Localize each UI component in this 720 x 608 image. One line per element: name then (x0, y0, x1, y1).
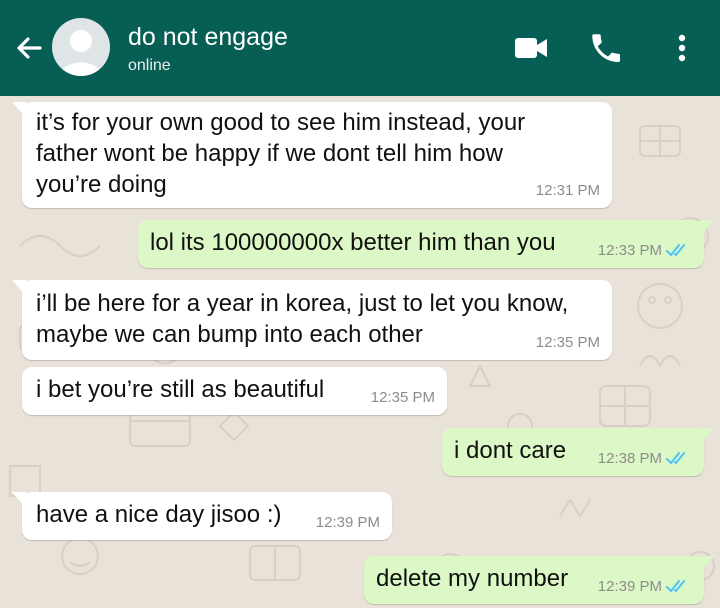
message-text: i dont care (454, 437, 567, 464)
phone-icon (592, 34, 621, 63)
video-call-button[interactable] (509, 26, 553, 70)
message-list: it’s for your own good to see him instea… (0, 96, 720, 608)
more-options-button[interactable] (660, 26, 704, 70)
bubble-tail (700, 556, 714, 572)
incoming-message[interactable]: i’ll be here for a year in korea, just t… (12, 280, 612, 360)
message-time: 12:35 PM (370, 389, 435, 406)
outgoing-message[interactable]: lol its 100000000x better him than you 1… (138, 220, 714, 268)
message-time-status: 12:39 PM (598, 578, 690, 596)
contact-name: do not engage (128, 23, 288, 51)
message-text: you’re doing (36, 171, 167, 198)
video-call-icon (515, 38, 547, 58)
contact-status: online (128, 57, 171, 74)
bubble-tail (12, 280, 26, 296)
bubble-tail (12, 492, 26, 508)
contact-avatar[interactable] (52, 18, 110, 76)
contact-info[interactable]: do not engage online (128, 22, 288, 77)
message-time: 12:33 PM (597, 242, 662, 259)
message-text: have a nice day jisoo :) (36, 501, 282, 528)
message-time-status: 12:33 PM (598, 242, 690, 260)
message-text: i’ll be here for a year in korea, just t… (36, 290, 569, 317)
more-vertical-icon (678, 34, 686, 62)
message-text: maybe we can bump into each other (36, 321, 423, 348)
bubble-tail (700, 428, 714, 444)
outgoing-message[interactable]: i dont care 12:38 PM (442, 428, 714, 476)
double-check-icon (666, 580, 685, 592)
message-text: lol its 100000000x better him than you (150, 229, 556, 256)
voice-call-button[interactable] (584, 26, 628, 70)
default-avatar-icon (60, 30, 102, 76)
message-time: 12:39 PM (315, 514, 380, 531)
message-time: 12:39 PM (597, 578, 662, 595)
message-text: father wont be happy if we dont tell him… (36, 140, 503, 167)
incoming-message[interactable]: have a nice day jisoo :) 12:39 PM (12, 492, 392, 540)
double-check-icon (666, 452, 685, 464)
message-time: 12:31 PM (535, 182, 600, 199)
arrow-left-icon (17, 37, 42, 59)
message-time-status: 12:38 PM (598, 450, 690, 468)
incoming-message[interactable]: it’s for your own good to see him instea… (12, 102, 612, 208)
message-text: it’s for your own good to see him instea… (36, 109, 526, 136)
message-time: 12:38 PM (597, 450, 662, 467)
bubble-tail (12, 102, 26, 118)
outgoing-message[interactable]: delete my number 12:39 PM (364, 556, 714, 604)
chat-header: do not engage online (0, 0, 720, 96)
back-button[interactable] (10, 28, 50, 68)
double-check-icon (666, 244, 685, 256)
message-time: 12:35 PM (535, 334, 600, 351)
bubble-tail (700, 220, 714, 236)
message-text: i bet you’re still as beautiful (36, 376, 325, 403)
incoming-message[interactable]: i bet you’re still as beautiful 12:35 PM (22, 367, 447, 415)
message-text: delete my number (376, 565, 569, 592)
